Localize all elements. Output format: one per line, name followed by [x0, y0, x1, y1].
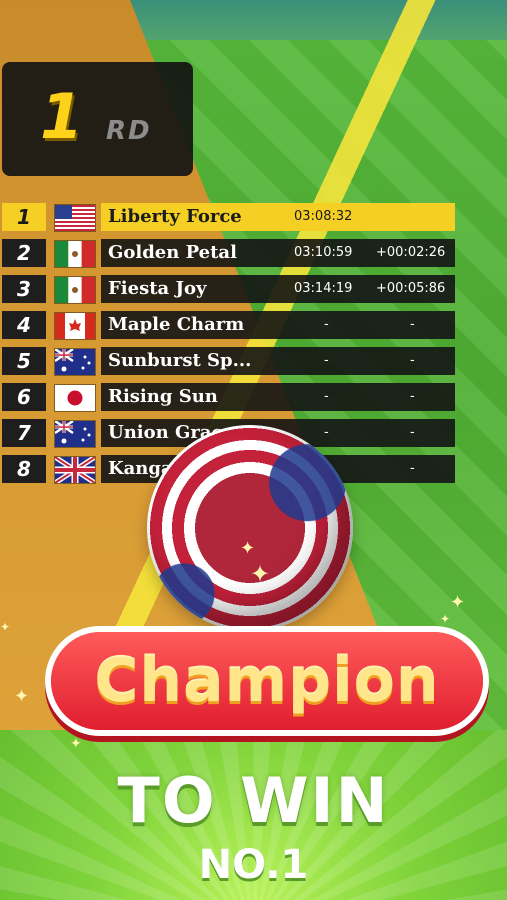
- uk-flag-icon: [54, 456, 96, 484]
- racer-name: Fiesta Joy: [108, 278, 207, 299]
- racer-name: Maple Charm: [108, 314, 245, 335]
- sparkle-icon: ✦: [240, 538, 256, 559]
- rank-panel: [2, 62, 193, 176]
- leaderboard-row: 6 Rising Sun - -: [2, 383, 457, 412]
- leaderboard-row: 5 Sunburst Sp... - -: [2, 347, 457, 376]
- japan-flag-icon: [54, 384, 96, 412]
- time-gap: -: [410, 317, 415, 332]
- race-time: 03:14:19: [294, 281, 353, 296]
- time-gap: -: [410, 353, 415, 368]
- no1-heading: NO.1: [198, 842, 309, 888]
- row-position: 7: [2, 419, 46, 447]
- australia-flag-icon: [54, 420, 96, 448]
- to-win-heading: TO WIN: [117, 764, 390, 837]
- leaderboard-row: 3 Fiesta Joy 03:14:19 +00:05:86: [2, 275, 457, 304]
- sparkle-icon: ✦: [250, 560, 271, 588]
- time-gap: +00:02:26: [376, 245, 446, 260]
- leaderboard-row: 2 Golden Petal 03:10:59 +00:02:26: [2, 239, 457, 268]
- racer-name: Golden Petal: [108, 242, 237, 263]
- race-time: -: [324, 425, 329, 440]
- champion-title: Champion: [94, 646, 440, 716]
- sparkle-icon: ✦: [450, 592, 466, 613]
- sparkle-icon: ✦: [70, 736, 82, 752]
- leaderboard-row: 4 Maple Charm - -: [2, 311, 457, 340]
- ball-star-panels: [147, 425, 353, 631]
- leaderboard-row: 1 Liberty Force 03:08:32: [2, 203, 457, 232]
- time-gap: -: [410, 425, 415, 440]
- racer-name: Rising Sun: [108, 386, 218, 407]
- time-gap: -: [410, 389, 415, 404]
- race-time: -: [324, 317, 329, 332]
- racer-name: Sunburst Sp...: [108, 350, 252, 371]
- row-position: 1: [2, 203, 46, 231]
- canada-flag-icon: [54, 312, 96, 340]
- time-gap: +00:05:86: [376, 281, 446, 296]
- mexico-flag-icon: [54, 276, 96, 304]
- row-position: 4: [2, 311, 46, 339]
- sparkle-icon: ✦: [0, 620, 11, 634]
- mexico-flag-icon: [54, 240, 96, 268]
- usa-flag-icon: [54, 204, 96, 232]
- sparkle-icon: ✦: [14, 686, 30, 707]
- row-position: 2: [2, 239, 46, 267]
- rank-number: 1: [40, 80, 84, 153]
- australia-flag-icon: [54, 348, 96, 376]
- race-time: -: [324, 389, 329, 404]
- race-time: -: [324, 353, 329, 368]
- row-position: 3: [2, 275, 46, 303]
- row-position: 8: [2, 455, 46, 483]
- race-time: 03:08:32: [294, 209, 353, 224]
- time-gap: -: [410, 461, 415, 476]
- race-time: 03:10:59: [294, 245, 353, 260]
- row-position: 5: [2, 347, 46, 375]
- sparkle-icon: ✦: [440, 612, 451, 626]
- racer-name: Liberty Force: [108, 206, 242, 227]
- row-position: 6: [2, 383, 46, 411]
- rank-suffix: RD: [106, 116, 152, 146]
